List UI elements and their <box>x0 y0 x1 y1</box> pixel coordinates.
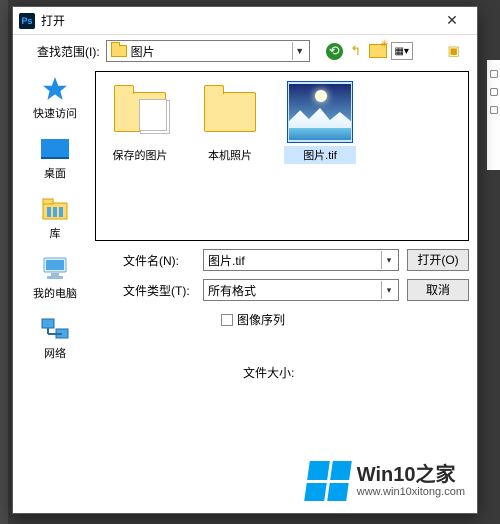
filename-value: 图片.tif <box>208 252 377 269</box>
sidebar-item-label: 库 <box>50 225 61 241</box>
dialog-title: 打开 <box>41 12 431 29</box>
sequence-label: 图像序列 <box>237 311 285 328</box>
file-item-label: 保存的图片 <box>104 146 176 164</box>
chevron-down-icon[interactable]: ▾ <box>381 251 396 269</box>
sequence-checkbox[interactable] <box>221 314 233 326</box>
new-folder-icon[interactable] <box>369 44 387 58</box>
watermark-title: Win10之家 <box>357 464 465 486</box>
filetype-value: 所有格式 <box>208 282 377 299</box>
sidebar-item-net[interactable]: 网络 <box>39 315 71 361</box>
look-in-value: 图片 <box>131 43 288 60</box>
views-menu-icon[interactable]: ▦▾ <box>391 42 413 60</box>
open-dialog: Ps 打开 ✕ 查找范围(I): 图片 ▼ ⟲ ↰ ▦▾ ▣ 快速访问 <box>12 6 478 514</box>
folder-icon <box>204 92 256 132</box>
file-item-saved[interactable]: 保存的图片 <box>104 82 176 164</box>
back-icon[interactable]: ⟲ <box>326 43 343 60</box>
file-list[interactable]: 保存的图片 本机照片 图片.tif <box>95 71 469 241</box>
sidebar-item-quick[interactable]: 快速访问 <box>33 75 77 121</box>
file-item-native[interactable]: 本机照片 <box>194 82 266 164</box>
chevron-down-icon[interactable]: ▼ <box>292 42 307 60</box>
image-thumbnail <box>289 84 351 140</box>
filename-label: 文件名(N): <box>123 252 195 269</box>
titlebar[interactable]: Ps 打开 ✕ <box>13 7 477 35</box>
sidebar-item-label: 桌面 <box>44 165 66 181</box>
sidebar-item-desktop[interactable]: 桌面 <box>39 135 71 181</box>
cancel-button[interactable]: 取消 <box>407 279 469 301</box>
sidebar-item-label: 我的电脑 <box>33 285 77 301</box>
filetype-label: 文件类型(T): <box>123 282 195 299</box>
watermark: Win10之家 www.win10xitong.com <box>307 461 465 501</box>
look-in-combo[interactable]: 图片 ▼ <box>106 40 310 62</box>
close-icon[interactable]: ✕ <box>431 10 473 32</box>
chevron-down-icon[interactable]: ▾ <box>381 281 396 299</box>
sidebar-item-label: 快速访问 <box>33 105 77 121</box>
file-item-label: 本机照片 <box>194 146 266 164</box>
folder-icon <box>111 45 127 57</box>
app-icon: Ps <box>19 13 35 29</box>
folder-icon <box>114 92 166 132</box>
places-sidebar: 快速访问 桌面 库 我的电脑 网络 <box>19 67 91 513</box>
toolbar: 查找范围(I): 图片 ▼ ⟲ ↰ ▦▾ ▣ <box>13 35 477 67</box>
sidebar-item-label: 网络 <box>44 345 66 361</box>
sidebar-item-pc[interactable]: 我的电脑 <box>33 255 77 301</box>
up-level-icon[interactable]: ↰ <box>347 42 365 60</box>
open-button[interactable]: 打开(O) <box>407 249 469 271</box>
filename-combo[interactable]: 图片.tif ▾ <box>203 249 399 271</box>
watermark-url: www.win10xitong.com <box>357 486 465 498</box>
file-item-label: 图片.tif <box>284 146 356 164</box>
filetype-combo[interactable]: 所有格式 ▾ <box>203 279 399 301</box>
windows-logo-icon <box>304 461 352 501</box>
filesize-label: 文件大小: <box>243 364 469 381</box>
sidebar-item-lib[interactable]: 库 <box>39 195 71 241</box>
file-item-tif[interactable]: 图片.tif <box>284 82 356 164</box>
thumbnail-icon[interactable]: ▣ <box>445 42 463 60</box>
look-in-label: 查找范围(I): <box>37 43 100 60</box>
